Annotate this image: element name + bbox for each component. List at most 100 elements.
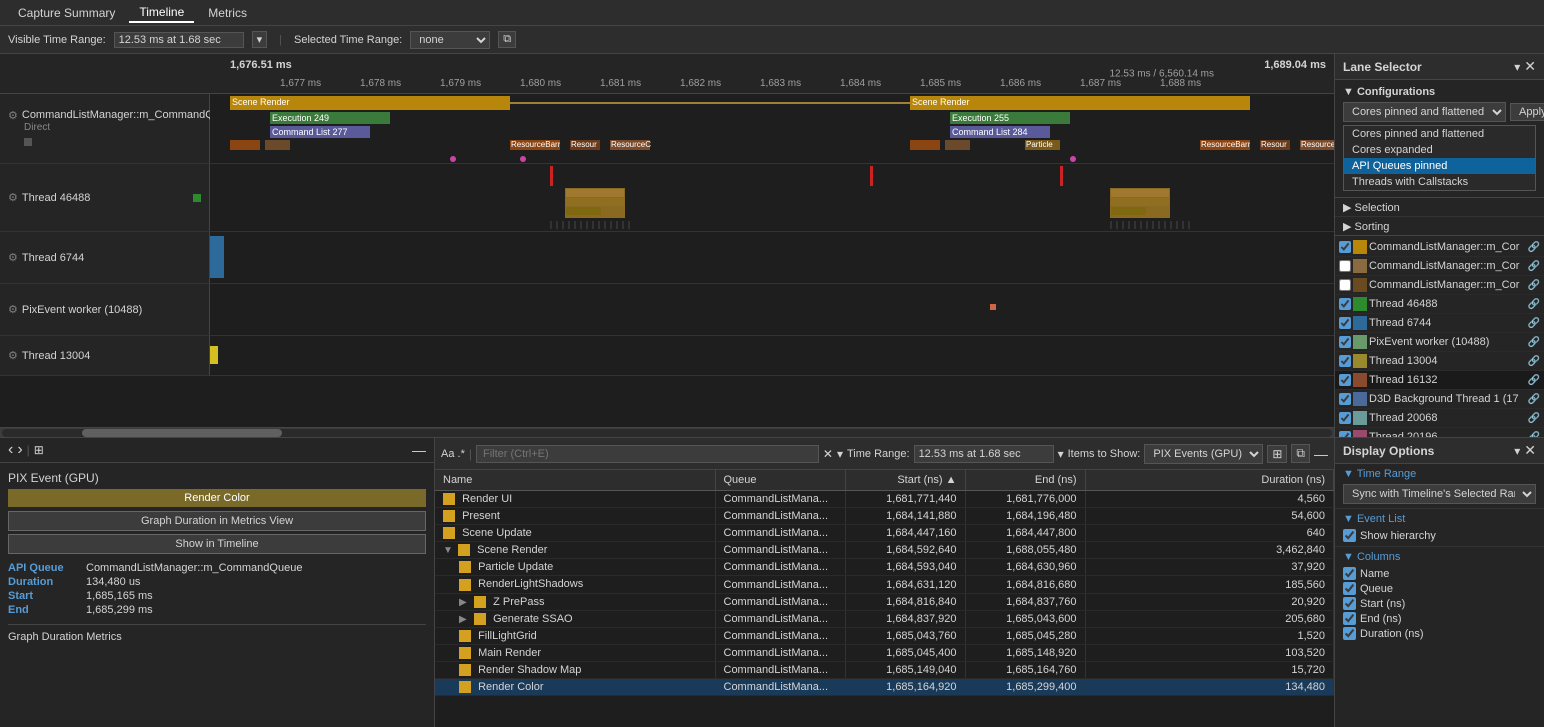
display-options-filter-btn[interactable]: ▾ (1514, 444, 1520, 458)
lane-pin-1[interactable]: 🔗 (1528, 261, 1540, 272)
config-item-1[interactable]: Cores expanded (1344, 142, 1535, 158)
dropdown-btn[interactable]: ▾ (252, 31, 268, 48)
nav-next-btn[interactable]: › (17, 442, 22, 458)
lane-checkbox-4[interactable] (1339, 317, 1351, 329)
show-timeline-btn[interactable]: Show in Timeline (8, 534, 426, 554)
config-select[interactable]: Cores pinned and flattened (1343, 102, 1506, 122)
table-row[interactable]: ▶ Z PrePass CommandListMana... 1,684,816… (435, 593, 1334, 610)
col-queue-checkbox[interactable] (1343, 582, 1356, 595)
config-item-0[interactable]: Cores pinned and flattened (1344, 126, 1535, 142)
config-item-2[interactable]: API Queues pinned (1344, 158, 1535, 174)
items-dropdown[interactable]: PIX Events (GPU) (1144, 444, 1263, 464)
track-viz-pix[interactable] (210, 284, 1334, 335)
lane-checkbox-0[interactable] (1339, 241, 1351, 253)
nav-prev-btn[interactable]: ‹ (8, 442, 13, 458)
selected-range-dropdown[interactable]: none (410, 31, 490, 49)
lane-pin-6[interactable]: 🔗 (1528, 356, 1540, 367)
sorting-label[interactable]: ▶ Sorting (1343, 221, 1389, 233)
lane-checkbox-3[interactable] (1339, 298, 1351, 310)
filter-dropdown-btn[interactable]: ▾ (837, 447, 843, 461)
table-row[interactable]: Render Shadow Map CommandListMana... 1,6… (435, 661, 1334, 678)
table-row-selected[interactable]: Render Color CommandListMana... 1,685,16… (435, 679, 1334, 696)
table-row[interactable]: FillLightGrid CommandListMana... 1,685,0… (435, 627, 1334, 644)
th-queue[interactable]: Queue (715, 470, 845, 491)
lane-pin-0[interactable]: 🔗 (1528, 242, 1540, 253)
table-row[interactable]: Render UI CommandListMana... 1,681,771,4… (435, 491, 1334, 508)
display-options-close-btn[interactable]: ✕ (1524, 442, 1536, 459)
nav-tab-capture[interactable]: Capture Summary (8, 4, 125, 22)
table-row[interactable]: Scene Update CommandListMana... 1,684,44… (435, 525, 1334, 542)
lane-checkbox-1[interactable] (1339, 260, 1351, 272)
th-end[interactable]: End (ns) (965, 470, 1085, 491)
tm-1: 1,678 ms (360, 78, 401, 89)
copy-btn[interactable]: ⧉ (498, 31, 516, 48)
th-duration[interactable]: Duration (ns) (1085, 470, 1334, 491)
gear-icon-6744[interactable]: ⚙ (8, 251, 18, 264)
event-list-section-label[interactable]: ▼ Event List (1343, 513, 1536, 525)
lane-checkbox-9[interactable] (1339, 412, 1351, 424)
track-viz-cmd[interactable]: Scene Render Execution 249 Command List … (210, 94, 1334, 163)
columns-section-label[interactable]: ▼ Columns (1343, 551, 1536, 563)
scrollbar-thumb[interactable] (82, 429, 282, 437)
gear-icon-46488[interactable]: ⚙ (8, 191, 18, 204)
lane-pin-4[interactable]: 🔗 (1528, 318, 1540, 329)
time-range-value[interactable] (914, 445, 1054, 463)
lane-checkbox-8[interactable] (1339, 393, 1351, 405)
timeline-scrollbar[interactable] (0, 427, 1334, 437)
gear-icon-pix[interactable]: ⚙ (8, 303, 18, 316)
table-row[interactable]: ▶ Generate SSAO CommandListMana... 1,684… (435, 610, 1334, 627)
configs-label[interactable]: ▼ Configurations (1343, 86, 1536, 98)
nav-tab-metrics[interactable]: Metrics (198, 4, 257, 22)
gear-icon-cmd[interactable]: ⚙ (8, 109, 18, 122)
filter-clear-btn[interactable]: ✕ (823, 447, 833, 461)
lane-pin-9[interactable]: 🔗 (1528, 413, 1540, 424)
copy-table-btn[interactable]: ⧉ (1291, 444, 1310, 463)
track-viz-46488[interactable] (210, 164, 1334, 231)
table-row[interactable]: RenderLightShadows CommandListMana... 1,… (435, 576, 1334, 593)
table-row[interactable]: ▼ Scene Render CommandListMana... 1,684,… (435, 542, 1334, 559)
show-hierarchy-checkbox[interactable] (1343, 529, 1356, 542)
col-name-checkbox[interactable] (1343, 567, 1356, 580)
config-item-3[interactable]: Threads with Callstacks (1344, 174, 1535, 190)
col-duration-checkbox[interactable] (1343, 627, 1356, 640)
lane-pin-5[interactable]: 🔗 (1528, 337, 1540, 348)
nav-tab-timeline[interactable]: Timeline (129, 3, 194, 23)
lane-checkbox-6[interactable] (1339, 355, 1351, 367)
table-row[interactable]: Particle Update CommandListMana... 1,684… (435, 559, 1334, 576)
col-end-checkbox[interactable] (1343, 612, 1356, 625)
lane-selector-close-btn[interactable]: ✕ (1524, 58, 1536, 75)
lane-checkbox-7[interactable] (1339, 374, 1351, 386)
th-name[interactable]: Name (435, 470, 715, 491)
th-start[interactable]: Start (ns) ▲ (845, 470, 965, 491)
lane-color-6 (1353, 354, 1367, 368)
time-range-option-select[interactable]: Sync with Timeline's Selected Range (1343, 484, 1536, 504)
selection-label[interactable]: ▶ Selection (1343, 202, 1400, 214)
table-row[interactable]: Present CommandListMana... 1,684,141,880… (435, 508, 1334, 525)
filter-input[interactable] (476, 445, 819, 463)
lane-checkbox-2[interactable] (1339, 279, 1351, 291)
events-panel-minimize-btn[interactable]: — (1314, 446, 1328, 462)
lane-selector-filter-btn[interactable]: ▾ (1514, 60, 1520, 74)
lane-pin-2[interactable]: 🔗 (1528, 280, 1540, 291)
lane-pin-3[interactable]: 🔗 (1528, 299, 1540, 310)
table-view-btn[interactable]: ⊞ (1267, 445, 1287, 463)
visible-range-input[interactable] (114, 32, 244, 48)
info-panel-minimize-btn[interactable]: — (412, 442, 426, 458)
track-viz-13004[interactable] (210, 336, 1334, 375)
table-row[interactable]: Main Render CommandListMana... 1,685,045… (435, 644, 1334, 661)
track-viz-6744[interactable] (210, 232, 1334, 283)
expand-ssao[interactable]: ▶ (459, 614, 469, 624)
expand-zprepass[interactable]: ▶ (459, 597, 469, 607)
lane-checkbox-5[interactable] (1339, 336, 1351, 348)
time-range-section-label[interactable]: ▼ Time Range (1343, 468, 1536, 480)
lane-pin-8[interactable]: 🔗 (1528, 394, 1540, 405)
gear-icon-13004[interactable]: ⚙ (8, 349, 18, 362)
col-start-checkbox[interactable] (1343, 597, 1356, 610)
panel-grid-btn[interactable]: ⊞ (34, 443, 44, 457)
time-range-dropdown-btn[interactable]: ▾ (1058, 447, 1064, 461)
events-toolbar: Aa .* | ✕ ▾ Time Range: ▾ Items to Show:… (435, 438, 1334, 470)
apply-btn[interactable]: Apply (1510, 103, 1544, 121)
lane-pin-7[interactable]: 🔗 (1528, 375, 1540, 386)
graph-duration-btn[interactable]: Graph Duration in Metrics View (8, 511, 426, 531)
expand-scene-render[interactable]: ▼ (443, 545, 453, 555)
